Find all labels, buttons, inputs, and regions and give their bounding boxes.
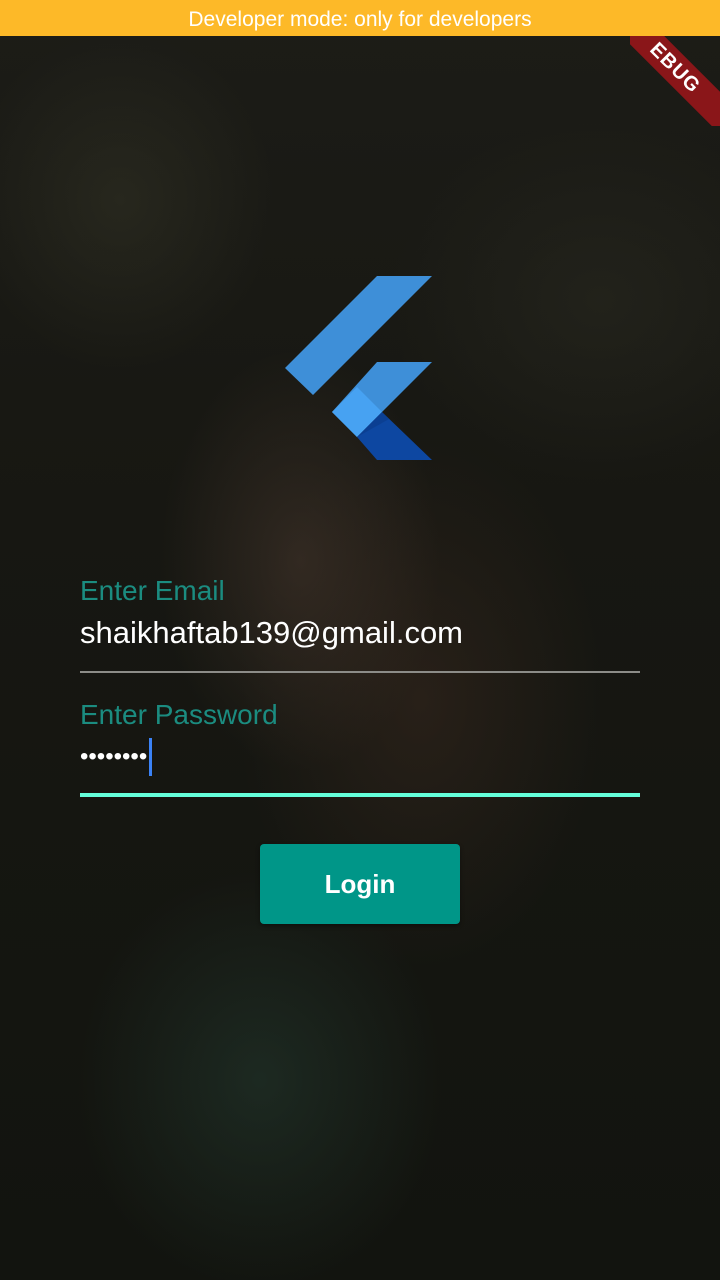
flutter-logo-icon <box>285 276 432 460</box>
password-field[interactable]: Enter Password •••••••• <box>80 699 640 777</box>
email-underline <box>80 671 640 673</box>
password-input[interactable]: •••••••• <box>80 737 640 777</box>
password-value: •••••••• <box>80 743 148 770</box>
password-label: Enter Password <box>80 699 278 730</box>
text-caret <box>149 738 153 776</box>
email-label: Enter Email <box>80 575 225 606</box>
debug-ribbon-container: EBUG <box>630 36 720 126</box>
developer-mode-banner: Developer mode: only for developers <box>0 0 720 36</box>
debug-ribbon: EBUG <box>630 36 720 126</box>
password-underline-focused <box>80 793 640 797</box>
email-field[interactable]: Enter Email shaikhaftab139@gmail.com <box>80 575 640 653</box>
login-button[interactable]: Login <box>260 844 460 924</box>
email-input[interactable]: shaikhaftab139@gmail.com <box>80 613 640 653</box>
login-screen: Developer mode: only for developers EBUG… <box>0 0 720 1280</box>
developer-mode-text: Developer mode: only for developers <box>188 8 532 31</box>
email-value: shaikhaftab139@gmail.com <box>80 615 464 650</box>
